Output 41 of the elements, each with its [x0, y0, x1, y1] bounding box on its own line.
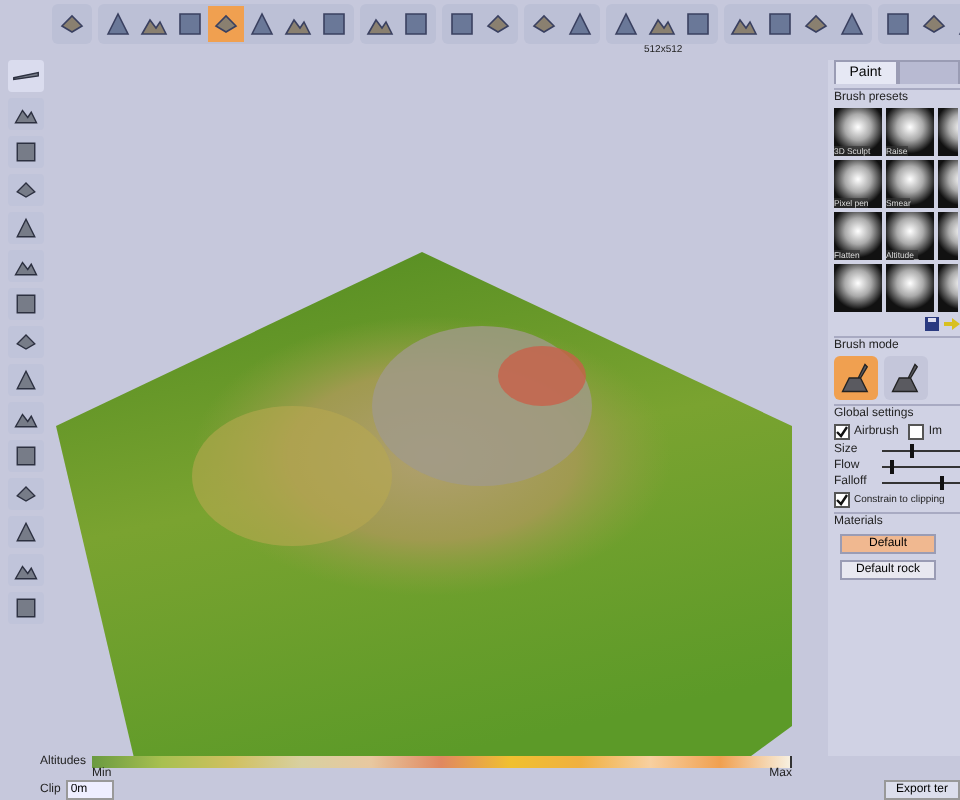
checkbox[interactable] [908, 424, 925, 440]
tool-button[interactable] [8, 554, 44, 586]
terrain-tool-icon [174, 8, 206, 40]
toolbar-button[interactable] [208, 6, 244, 42]
terrain-tool-icon [246, 8, 278, 40]
terrain-tool-icon [446, 8, 478, 40]
terrain-tool-icon [564, 8, 596, 40]
slider-thumb[interactable] [889, 459, 894, 473]
tool-button[interactable] [8, 212, 44, 244]
tool-button[interactable] [8, 478, 44, 510]
save-icon[interactable] [924, 316, 940, 332]
brush-preset[interactable] [834, 264, 882, 312]
tool-button[interactable] [8, 250, 44, 282]
tool-button[interactable] [8, 288, 44, 320]
checkbox[interactable] [834, 492, 850, 508]
tool-button[interactable] [8, 364, 44, 396]
tool-button[interactable] [8, 136, 44, 168]
checkbox[interactable] [834, 424, 850, 440]
tool-button[interactable] [8, 174, 44, 206]
brush-mode-button[interactable] [884, 356, 928, 400]
slider-thumb[interactable] [909, 443, 914, 457]
brush-mode-button[interactable] [834, 356, 878, 400]
brush-icon [838, 360, 874, 396]
tool-button[interactable] [8, 516, 44, 548]
tool-button[interactable] [8, 60, 44, 92]
tool-button[interactable] [8, 98, 44, 130]
tool-button[interactable] [8, 402, 44, 434]
tool-button[interactable] [8, 326, 44, 358]
terrain-tool-icon [400, 8, 432, 40]
slider-thumb[interactable] [940, 475, 945, 489]
terrain-tool-icon [836, 8, 868, 40]
tool-button[interactable] [8, 440, 44, 472]
terrain-tool-icon [610, 8, 642, 40]
terrain-tool-icon [318, 8, 350, 40]
terrain-tool-icon [882, 8, 914, 40]
tool-button[interactable] [8, 592, 44, 624]
terrain-tool-icon [682, 8, 714, 40]
brush-icon [888, 360, 924, 396]
terrain-tool-icon [764, 8, 796, 40]
terrain-tool-icon [102, 8, 134, 40]
brush-preset[interactable] [886, 264, 934, 312]
